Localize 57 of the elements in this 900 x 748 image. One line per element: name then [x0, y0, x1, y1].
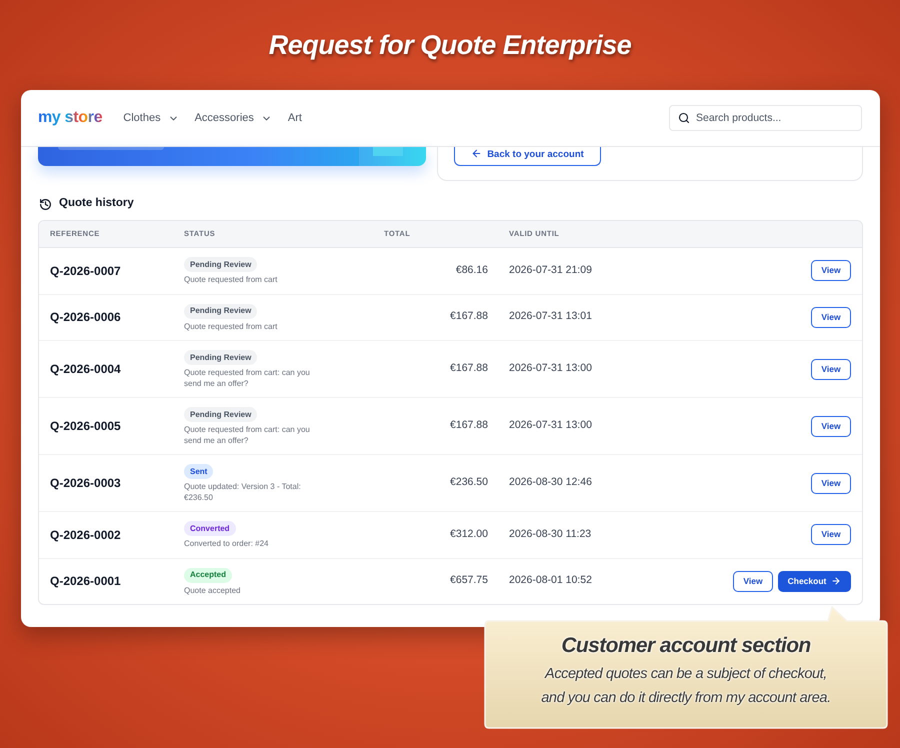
status-note: Quote accepted	[184, 586, 240, 596]
status-note: Converted to order: #24	[184, 539, 268, 550]
valid-until-date: 2026-07-31 13:00	[508, 418, 592, 434]
valid-until-date: 2026-08-01 10:52	[508, 573, 592, 588]
view-button[interactable]: View	[811, 472, 851, 494]
arrow-left-icon	[471, 148, 482, 159]
status-badge: Accepted	[184, 568, 232, 582]
page-title: Request for Quote Enterprise	[268, 28, 632, 62]
valid-until-date: 2026-07-31 21:09	[508, 262, 592, 278]
view-button[interactable]: View	[811, 524, 851, 546]
nav-link[interactable]: Clothes	[123, 110, 179, 126]
section-heading: Quote history	[59, 196, 134, 212]
banner-tile	[373, 147, 403, 156]
quote-reference: Q-2026-0003	[49, 475, 121, 492]
back-button[interactable]: Back to your account	[454, 147, 601, 166]
quote-reference: Q-2026-0004	[49, 361, 121, 378]
quote-total: €86.16	[456, 262, 489, 278]
valid-until-date: 2026-08-30 11:23	[508, 526, 592, 542]
quote-reference: Q-2026-0005	[49, 418, 121, 435]
quote-reference: Q-2026-0001	[49, 573, 121, 590]
quote-reference: Q-2026-0002	[49, 526, 121, 544]
nav-link[interactable]: Accessories	[194, 110, 272, 126]
view-button[interactable]: View	[811, 358, 851, 380]
callout-text: Accepted quotes can be a subject of checkout, and you can do it directly from my account area.	[541, 665, 831, 708]
view-button[interactable]: View	[811, 260, 851, 282]
view-button[interactable]: View	[811, 306, 851, 328]
status-badge: Pending Review	[184, 304, 258, 318]
status-badge: Pending Review	[184, 407, 258, 422]
quote-reference: Q-2026-0006	[49, 309, 121, 326]
quote-total: €167.88	[450, 361, 489, 376]
quote-total: €167.88	[450, 309, 489, 324]
checkout-button[interactable]: Checkout	[778, 570, 851, 592]
valid-until-date: 2026-07-31 13:00	[508, 361, 592, 376]
quote-total: €167.88	[450, 418, 489, 434]
view-button[interactable]: View	[733, 570, 773, 592]
status-badge: Sent	[184, 464, 214, 479]
quote-total: €657.75	[450, 573, 489, 588]
status-badge: Pending Review	[184, 350, 258, 365]
valid-until-date: 2026-08-30 12:46	[508, 475, 592, 490]
status-note: Quote updated: Version 3 - Total: €236.50	[184, 482, 302, 503]
status-note: Quote requested from cart	[184, 322, 278, 332]
callout-title: Customer account section	[561, 633, 811, 659]
status-note: Quote requested from cart: can you send me an offer?	[184, 425, 311, 446]
search-icon	[678, 112, 690, 124]
status-note: Quote requested from cart: can you send me an offer?	[184, 368, 311, 389]
history-icon	[39, 198, 52, 210]
status-badge: Pending Review	[184, 257, 258, 272]
quote-reference: Q-2026-0007	[49, 262, 121, 280]
status-badge: Converted	[184, 521, 236, 536]
view-button[interactable]: View	[811, 416, 851, 436]
quote-total: €312.00	[450, 526, 489, 542]
nav-link[interactable]: Art	[288, 110, 302, 126]
valid-until-date: 2026-07-31 13:01	[508, 309, 592, 324]
search-field[interactable]: Search products...	[669, 105, 862, 131]
status-note: Quote requested from cart	[184, 275, 278, 286]
arrow-right-icon	[831, 576, 842, 586]
quote-total: €236.50	[450, 475, 489, 490]
